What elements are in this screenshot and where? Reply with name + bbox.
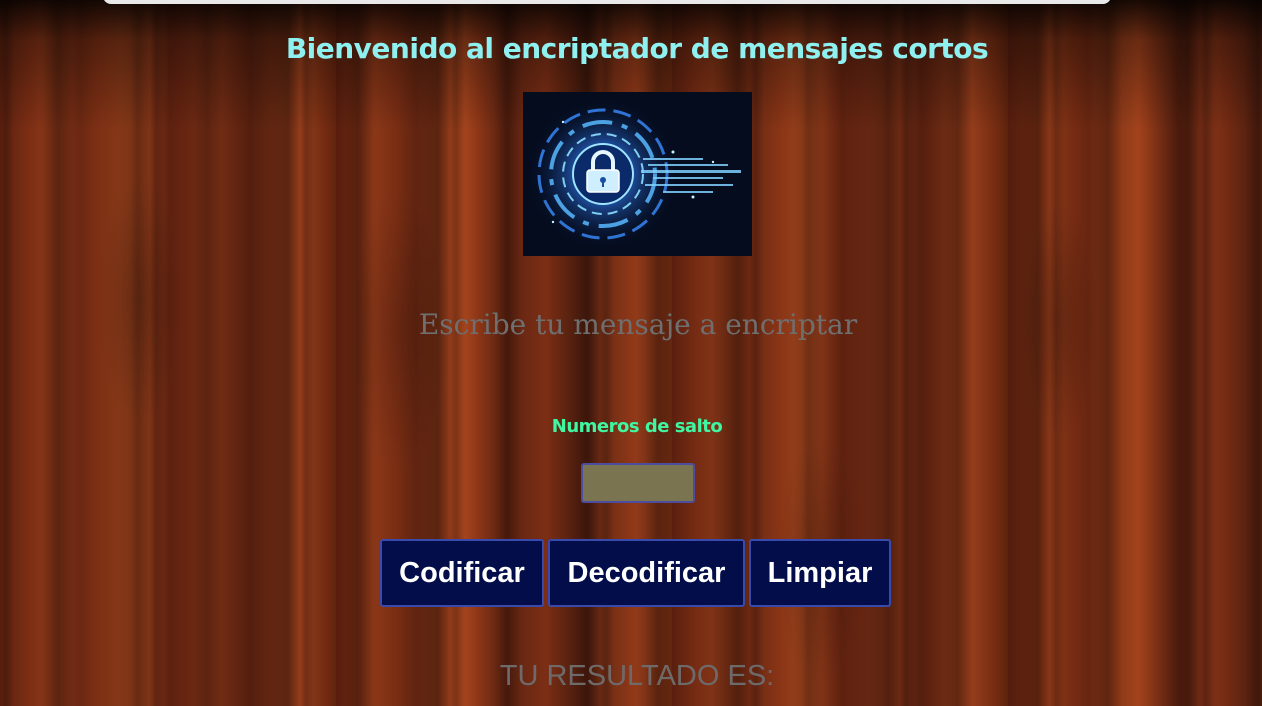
message-input[interactable]	[381, 306, 895, 370]
encryption-padlock-image	[523, 92, 752, 256]
jump-number-label: Numeros de salto	[551, 416, 723, 437]
clear-button[interactable]: Limpiar	[749, 539, 891, 607]
padlock-icon	[523, 92, 752, 256]
page: Bienvenido al encriptador de mensajes co…	[0, 0, 1262, 706]
decode-button[interactable]: Decodificar	[548, 539, 745, 607]
browser-scrollbar[interactable]	[103, 0, 1111, 4]
page-title: Bienvenido al encriptador de mensajes co…	[285, 32, 989, 65]
result-label: TU RESULTADO ES:	[499, 660, 775, 692]
encode-button[interactable]: Codificar	[380, 539, 544, 607]
jump-number-input[interactable]	[581, 463, 695, 503]
